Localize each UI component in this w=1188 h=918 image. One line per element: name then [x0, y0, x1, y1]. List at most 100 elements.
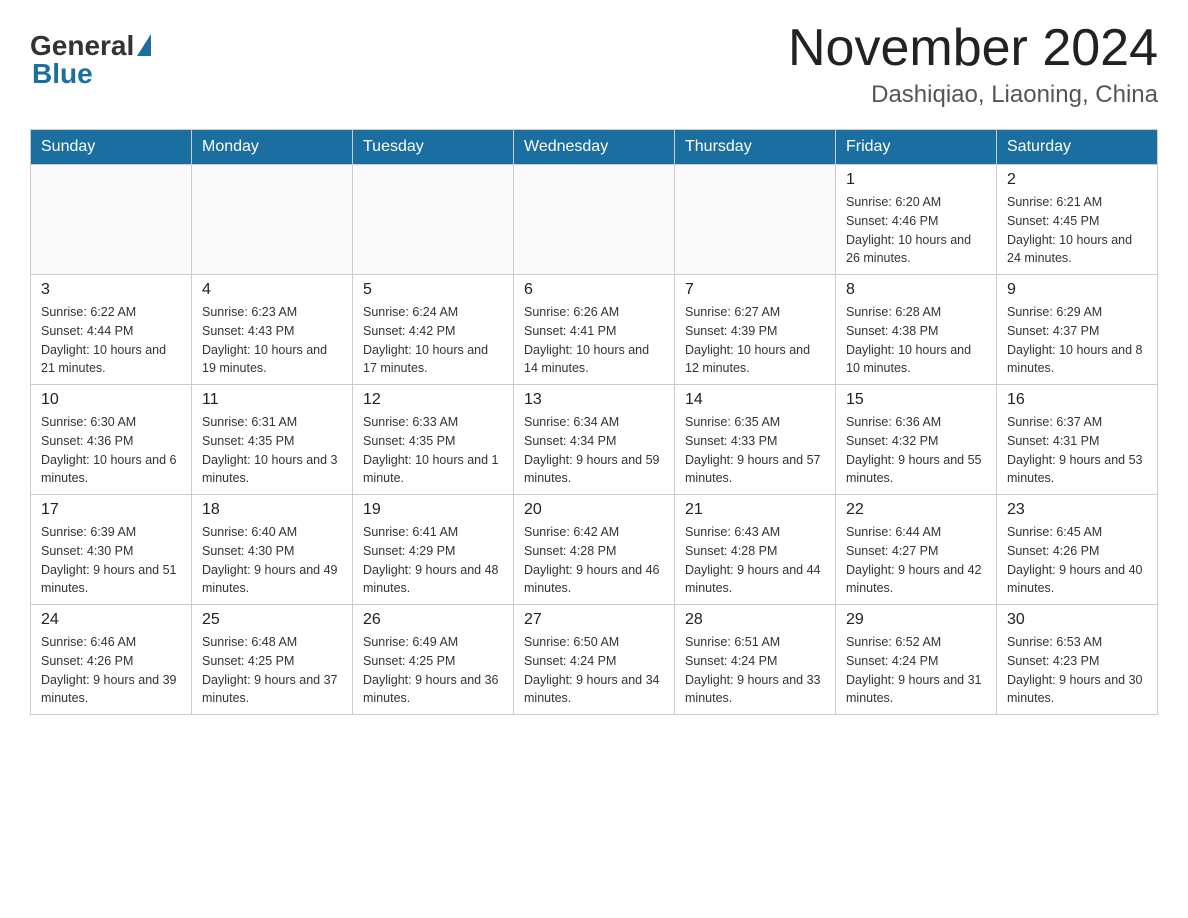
calendar-cell: 18 Sunrise: 6:40 AMSunset: 4:30 PMDayligh… [192, 495, 353, 605]
calendar-week-row: 24 Sunrise: 6:46 AMSunset: 4:26 PMDayligh… [31, 605, 1158, 715]
day-number: 15 [846, 391, 986, 409]
day-number: 20 [524, 501, 664, 519]
calendar-cell: 9 Sunrise: 6:29 AMSunset: 4:37 PMDaylight… [997, 275, 1158, 385]
day-number: 24 [41, 611, 181, 629]
day-number: 30 [1007, 611, 1147, 629]
day-info: Sunrise: 6:22 AMSunset: 4:44 PMDaylight:… [41, 303, 181, 378]
day-info: Sunrise: 6:52 AMSunset: 4:24 PMDaylight:… [846, 633, 986, 708]
day-number: 13 [524, 391, 664, 409]
weekday-header-row: SundayMondayTuesdayWednesdayThursdayFrid… [31, 130, 1158, 165]
calendar-cell: 21 Sunrise: 6:43 AMSunset: 4:28 PMDayligh… [675, 495, 836, 605]
weekday-header-cell: Wednesday [514, 130, 675, 165]
day-info: Sunrise: 6:23 AMSunset: 4:43 PMDaylight:… [202, 303, 342, 378]
calendar-cell: 10Sunrise: 6:30 AMSunset: 4:36 PMDayligh… [31, 385, 192, 495]
day-number: 5 [363, 281, 503, 299]
calendar-cell: 4 Sunrise: 6:23 AMSunset: 4:43 PMDaylight… [192, 275, 353, 385]
day-info: Sunrise: 6:36 AMSunset: 4:32 PMDaylight:… [846, 413, 986, 488]
calendar-week-row: 3 Sunrise: 6:22 AMSunset: 4:44 PMDaylight… [31, 275, 1158, 385]
calendar-table: SundayMondayTuesdayWednesdayThursdayFrid… [30, 129, 1158, 715]
day-number: 26 [363, 611, 503, 629]
weekday-header-cell: Friday [836, 130, 997, 165]
title-block: November 2024 Dashiqiao, Liaoning, China [788, 20, 1158, 109]
day-info: Sunrise: 6:24 AMSunset: 4:42 PMDaylight:… [363, 303, 503, 378]
day-number: 12 [363, 391, 503, 409]
day-number: 21 [685, 501, 825, 519]
calendar-week-row: 17 Sunrise: 6:39 AMSunset: 4:30 PMDayligh… [31, 495, 1158, 605]
day-info: Sunrise: 6:35 AMSunset: 4:33 PMDaylight:… [685, 413, 825, 488]
weekday-header-cell: Tuesday [353, 130, 514, 165]
day-number: 18 [202, 501, 342, 519]
day-number: 6 [524, 281, 664, 299]
calendar-cell: 6 Sunrise: 6:26 AMSunset: 4:41 PMDaylight… [514, 275, 675, 385]
day-info: Sunrise: 6:41 AMSunset: 4:29 PMDaylight:… [363, 523, 503, 598]
day-info: Sunrise: 6:28 AMSunset: 4:38 PMDaylight:… [846, 303, 986, 378]
calendar-cell: 3 Sunrise: 6:22 AMSunset: 4:44 PMDaylight… [31, 275, 192, 385]
calendar-cell: 24 Sunrise: 6:46 AMSunset: 4:26 PMDayligh… [31, 605, 192, 715]
day-info: Sunrise: 6:53 AMSunset: 4:23 PMDaylight:… [1007, 633, 1147, 708]
calendar-cell: 23Sunrise: 6:45 AMSunset: 4:26 PMDayligh… [997, 495, 1158, 605]
day-info: Sunrise: 6:48 AMSunset: 4:25 PMDaylight:… [202, 633, 342, 708]
day-info: Sunrise: 6:45 AMSunset: 4:26 PMDaylight:… [1007, 523, 1147, 598]
day-info: Sunrise: 6:21 AMSunset: 4:45 PMDaylight:… [1007, 193, 1147, 268]
day-number: 22 [846, 501, 986, 519]
day-number: 4 [202, 281, 342, 299]
calendar-cell: 15 Sunrise: 6:36 AMSunset: 4:32 PMDayligh… [836, 385, 997, 495]
calendar-cell: 2 Sunrise: 6:21 AMSunset: 4:45 PMDaylight… [997, 165, 1158, 275]
day-info: Sunrise: 6:20 AMSunset: 4:46 PMDaylight:… [846, 193, 986, 268]
calendar-cell [353, 165, 514, 275]
day-info: Sunrise: 6:30 AMSunset: 4:36 PMDaylight:… [41, 413, 181, 488]
day-info: Sunrise: 6:26 AMSunset: 4:41 PMDaylight:… [524, 303, 664, 378]
day-info: Sunrise: 6:42 AMSunset: 4:28 PMDaylight:… [524, 523, 664, 598]
day-info: Sunrise: 6:49 AMSunset: 4:25 PMDaylight:… [363, 633, 503, 708]
day-info: Sunrise: 6:37 AMSunset: 4:31 PMDaylight:… [1007, 413, 1147, 488]
day-number: 3 [41, 281, 181, 299]
day-number: 7 [685, 281, 825, 299]
calendar-cell: 5 Sunrise: 6:24 AMSunset: 4:42 PMDaylight… [353, 275, 514, 385]
weekday-header-cell: Sunday [31, 130, 192, 165]
calendar-cell: 29Sunrise: 6:52 AMSunset: 4:24 PMDayligh… [836, 605, 997, 715]
calendar-cell: 11Sunrise: 6:31 AMSunset: 4:35 PMDayligh… [192, 385, 353, 495]
calendar-cell: 28 Sunrise: 6:51 AMSunset: 4:24 PMDayligh… [675, 605, 836, 715]
day-number: 11 [202, 391, 342, 409]
calendar-week-row: 1Sunrise: 6:20 AMSunset: 4:46 PMDaylight… [31, 165, 1158, 275]
calendar-cell: 25 Sunrise: 6:48 AMSunset: 4:25 PMDayligh… [192, 605, 353, 715]
calendar-body: 1Sunrise: 6:20 AMSunset: 4:46 PMDaylight… [31, 165, 1158, 715]
day-info: Sunrise: 6:46 AMSunset: 4:26 PMDaylight:… [41, 633, 181, 708]
logo-triangle-icon [137, 34, 151, 56]
calendar-cell: 12 Sunrise: 6:33 AMSunset: 4:35 PMDayligh… [353, 385, 514, 495]
day-number: 9 [1007, 281, 1147, 299]
day-info: Sunrise: 6:39 AMSunset: 4:30 PMDaylight:… [41, 523, 181, 598]
calendar-cell [192, 165, 353, 275]
calendar-cell [514, 165, 675, 275]
calendar-cell: 22Sunrise: 6:44 AMSunset: 4:27 PMDayligh… [836, 495, 997, 605]
day-info: Sunrise: 6:40 AMSunset: 4:30 PMDaylight:… [202, 523, 342, 598]
calendar-cell [675, 165, 836, 275]
day-number: 28 [685, 611, 825, 629]
day-info: Sunrise: 6:33 AMSunset: 4:35 PMDaylight:… [363, 413, 503, 488]
calendar-cell: 26 Sunrise: 6:49 AMSunset: 4:25 PMDayligh… [353, 605, 514, 715]
calendar-cell: 7 Sunrise: 6:27 AMSunset: 4:39 PMDaylight… [675, 275, 836, 385]
day-info: Sunrise: 6:50 AMSunset: 4:24 PMDaylight:… [524, 633, 664, 708]
day-number: 2 [1007, 171, 1147, 189]
weekday-header-cell: Thursday [675, 130, 836, 165]
calendar-cell: 1Sunrise: 6:20 AMSunset: 4:46 PMDaylight… [836, 165, 997, 275]
day-number: 17 [41, 501, 181, 519]
day-number: 19 [363, 501, 503, 519]
day-number: 16 [1007, 391, 1147, 409]
day-info: Sunrise: 6:29 AMSunset: 4:37 PMDaylight:… [1007, 303, 1147, 378]
day-number: 14 [685, 391, 825, 409]
weekday-header-cell: Monday [192, 130, 353, 165]
day-info: Sunrise: 6:27 AMSunset: 4:39 PMDaylight:… [685, 303, 825, 378]
day-info: Sunrise: 6:51 AMSunset: 4:24 PMDaylight:… [685, 633, 825, 708]
day-info: Sunrise: 6:43 AMSunset: 4:28 PMDaylight:… [685, 523, 825, 598]
calendar-cell: 27Sunrise: 6:50 AMSunset: 4:24 PMDayligh… [514, 605, 675, 715]
day-number: 25 [202, 611, 342, 629]
page-header: General Blue November 2024 Dashiqiao, Li… [30, 20, 1158, 109]
day-info: Sunrise: 6:34 AMSunset: 4:34 PMDaylight:… [524, 413, 664, 488]
calendar-cell: 8 Sunrise: 6:28 AMSunset: 4:38 PMDaylight… [836, 275, 997, 385]
location-title: Dashiqiao, Liaoning, China [788, 81, 1158, 109]
day-number: 8 [846, 281, 986, 299]
calendar-cell: 20 Sunrise: 6:42 AMSunset: 4:28 PMDayligh… [514, 495, 675, 605]
calendar-cell: 17 Sunrise: 6:39 AMSunset: 4:30 PMDayligh… [31, 495, 192, 605]
month-title: November 2024 [788, 20, 1158, 77]
